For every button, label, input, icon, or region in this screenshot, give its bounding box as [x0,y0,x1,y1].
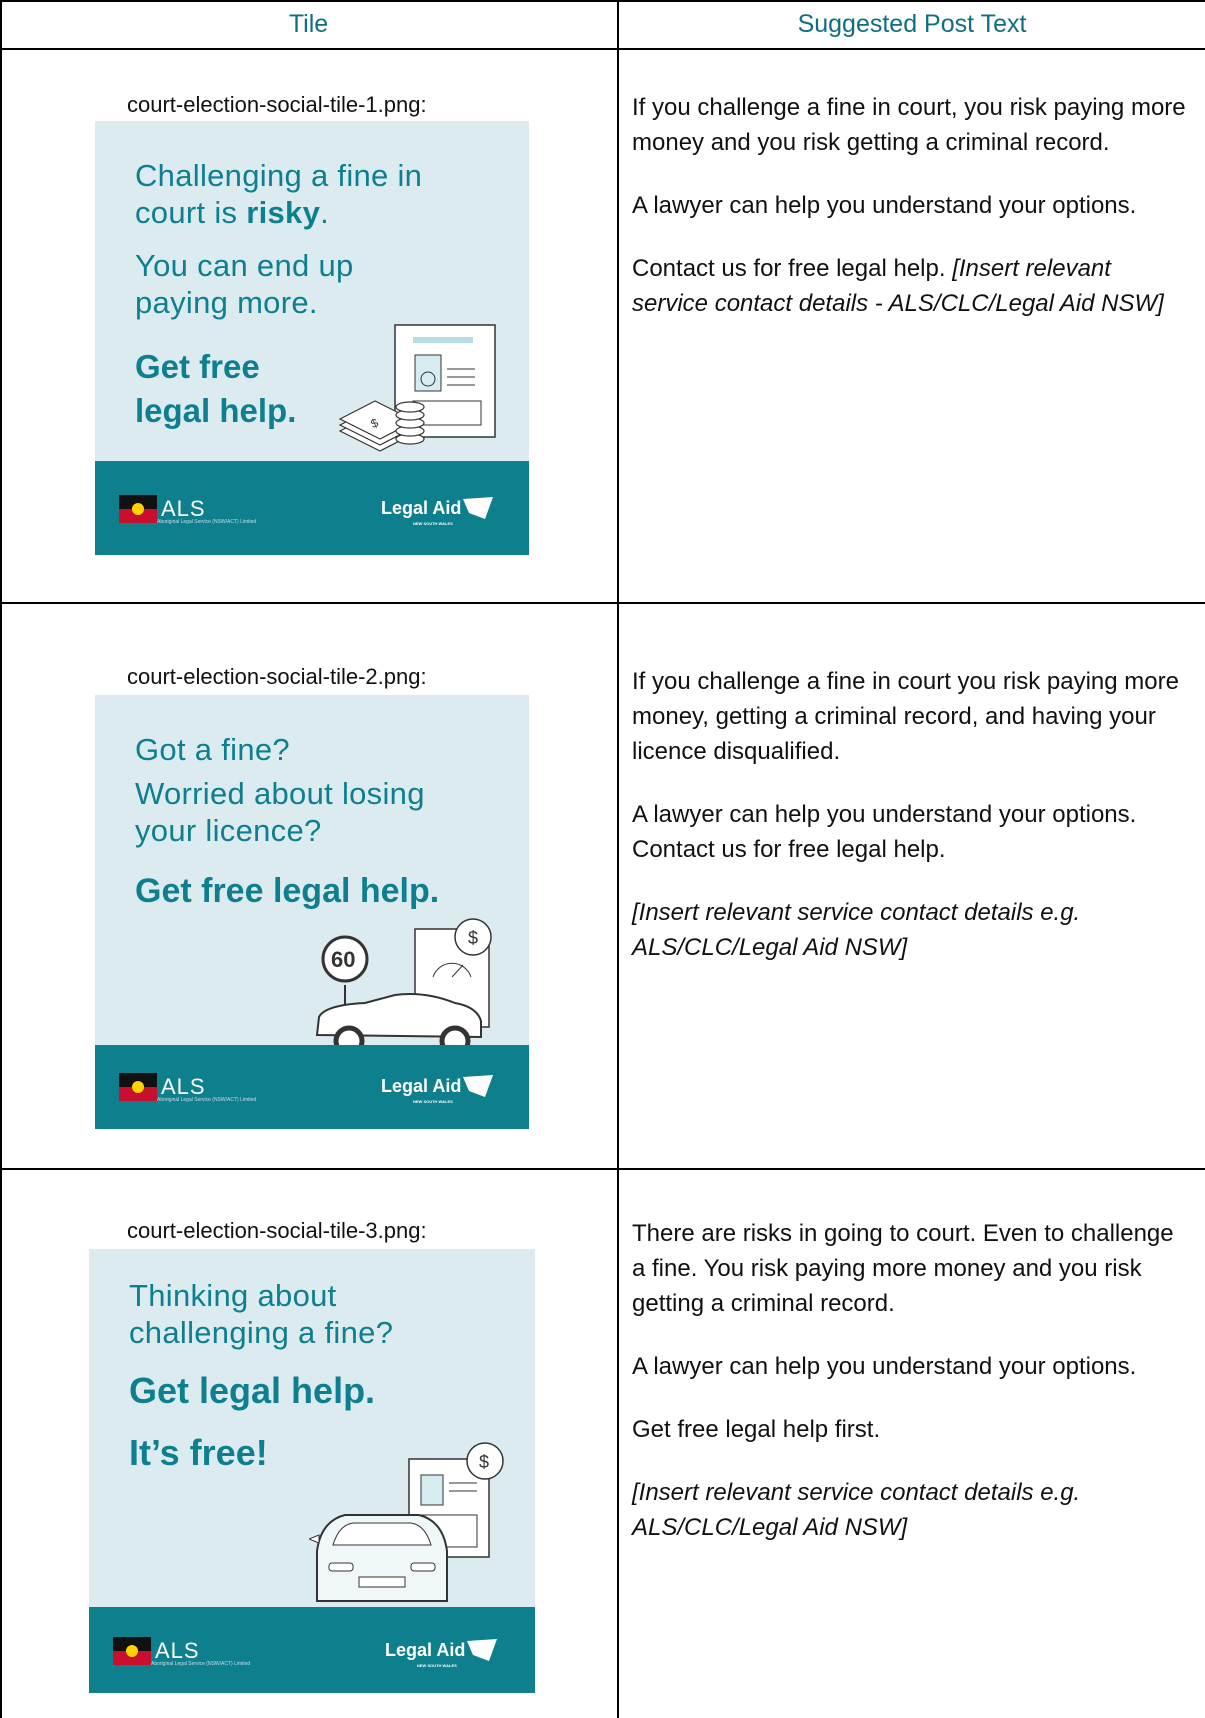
post-paragraph: A lawyer can help you understand your op… [632,1353,1137,1380]
tile-headline-line: Challenging a fine in [135,158,423,193]
social-tile-2: Got a fine? Worried about losing your li… [95,695,529,1129]
document-and-money-icon: $ [338,324,496,452]
legal-aid-logo: Legal Aid [385,1639,498,1661]
post-text-2: If you challenge a fine in court you ris… [632,664,1192,993]
car-front-document-icon: $ [309,1442,504,1602]
header-post-text: Suggested Post Text [797,9,1027,38]
header-tile: Tile [288,9,329,38]
social-tile-1: Challenging a fine in court is risky. Yo… [95,121,529,555]
post-paragraph: If you challenge a fine in court, you ri… [632,94,1186,156]
header-divider [0,48,1205,50]
tile-emphasis: risky [246,195,321,230]
tile-filename: court-election-social-tile-3.png: [127,1218,427,1243]
aboriginal-flag-icon [119,495,157,523]
column-divider [617,0,619,1718]
post-paragraph: A lawyer can help you understand your op… [632,801,1137,863]
tile-headline: Challenging a fine in court is risky. [135,157,422,231]
tile-headline: Got a fine? [135,732,290,767]
table-border-left [0,0,2,1718]
contact-placeholder: [Insert relevant service contact details… [632,899,1081,961]
legal-aid-logo: Legal Aid [381,1075,494,1097]
legal-aid-logo: Legal Aid [381,497,494,519]
nsw-shape-icon [463,1075,494,1097]
post-paragraph: [Insert relevant service contact details… [632,1475,1192,1545]
tile-subheadline: You can end up paying more. [135,248,354,320]
post-paragraph: [Insert relevant service contact details… [632,895,1192,965]
tile-filename: court-election-social-tile-1.png: [127,92,427,117]
tile-filename: court-election-social-tile-2.png: [127,664,427,689]
tile-subheadline: Worried about losing your licence? [135,776,425,848]
tile-cta: Get legal help. [129,1370,376,1411]
nsw-shape-icon [467,1639,498,1661]
als-logo-subtitle: Aboriginal Legal Service (NSW/ACT) Limit… [157,519,257,525]
tile-headline-line: court is risky. [135,195,330,230]
post-paragraph: Get free legal help first. [632,1416,881,1443]
coin-dollar: $ [468,928,478,948]
post-paragraph: Contact us for free legal help. [Insert … [632,255,1164,317]
tile-logo-band: ALS Aboriginal Legal Service (NSW/ACT) L… [95,461,529,555]
social-tile-3: Thinking about challenging a fine? Get l… [89,1249,535,1693]
post-paragraph: A lawyer can help you understand your op… [632,192,1137,219]
als-logo-subtitle: Aboriginal Legal Service (NSW/ACT) Limit… [157,1097,257,1103]
post-text-1: If you challenge a fine in court, you ri… [632,90,1192,349]
post-text-3: There are risks in going to court. Even … [632,1216,1192,1573]
als-logo-subtitle: Aboriginal Legal Service (NSW/ACT) Limit… [151,1661,251,1667]
tile-cta-secondary: It’s free! [129,1432,268,1473]
nsw-shape-icon [463,497,494,519]
tile-logo-band: ALS Aboriginal Legal Service (NSW/ACT) L… [89,1607,535,1693]
tile-headline: Thinking about challenging a fine? [129,1278,394,1350]
aboriginal-flag-icon [113,1637,151,1665]
row-divider-1 [0,602,1205,604]
tile-cta: Get free legal help. [135,872,440,910]
speed-sign-label: 60 [331,947,355,972]
aboriginal-flag-icon [119,1073,157,1101]
car-speed-sign-icon: $ 60 [315,918,492,1057]
post-paragraph: If you challenge a fine in court you ris… [632,668,1179,765]
post-table: Tile Suggested Post Text court-election-… [0,0,1205,1718]
legal-aid-subtitle: NEW SOUTH WALES [417,1663,457,1668]
coin-dollar: $ [479,1452,489,1472]
legal-aid-subtitle: NEW SOUTH WALES [413,521,453,526]
row-divider-2 [0,1168,1205,1170]
legal-aid-subtitle: NEW SOUTH WALES [413,1099,453,1104]
tile-cta: Get free legal help. [135,348,297,429]
tile-logo-band: ALS Aboriginal Legal Service (NSW/ACT) L… [95,1045,529,1129]
post-paragraph: There are risks in going to court. Even … [632,1220,1174,1317]
contact-placeholder: [Insert relevant service contact details… [632,1479,1081,1541]
